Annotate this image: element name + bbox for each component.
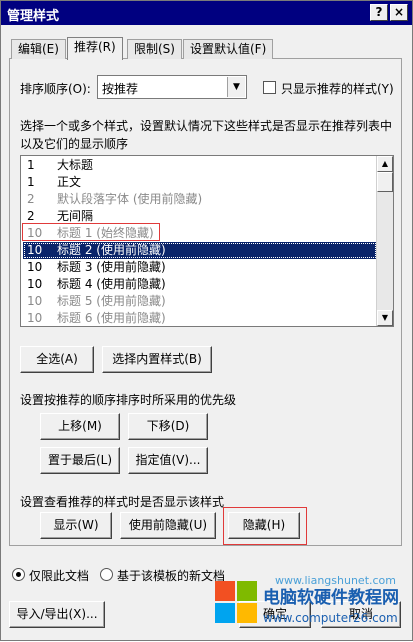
dialog-title: 管理样式 <box>7 9 60 24</box>
style-priority: 2 <box>27 192 35 206</box>
watermark-url: www.computer26.com <box>263 611 398 625</box>
tab-edit[interactable]: 编辑(E) <box>11 39 66 59</box>
scope-new-documents-label: 基于该模板的新文档 <box>117 569 226 583</box>
list-item[interactable]: 10 标题 3 (使用前隐藏) <box>23 259 377 276</box>
scope-new-documents-radio[interactable] <box>100 568 113 581</box>
scroll-down-icon[interactable]: ▼ <box>377 310 393 326</box>
scroll-thumb[interactable] <box>377 172 393 192</box>
style-name: 标题 2 (使用前隐藏) <box>57 243 166 257</box>
list-item[interactable]: 1 大标题 <box>23 157 377 174</box>
scope-this-document-label: 仅限此文档 <box>29 569 90 583</box>
instruction-line-2: 以及它们的显示顺序 <box>20 137 129 151</box>
instruction-line-1: 选择一个或多个样式，设置默认情况下这些样式是否显示在推荐列表中 <box>20 119 393 133</box>
move-last-button[interactable]: 置于最后(L) <box>40 447 120 474</box>
style-name: 标题 3 (使用前隐藏) <box>57 260 166 274</box>
title-bar[interactable]: 管理样式 ? × <box>1 1 412 25</box>
style-priority: 10 <box>27 260 43 274</box>
sort-order-dropdown[interactable]: 按推荐 ▼ <box>97 75 247 99</box>
watermark-title: 电脑软硬件教程网 <box>263 588 399 608</box>
style-name: 默认段落字体 (使用前隐藏) <box>57 192 203 206</box>
sort-order-value: 按推荐 <box>102 82 139 96</box>
scope-this-document-radio[interactable] <box>12 568 25 581</box>
tab-set-defaults[interactable]: 设置默认值(F) <box>183 39 274 59</box>
visibility-label: 设置查看推荐的样式时是否显示该样式 <box>20 495 225 509</box>
help-button[interactable]: ? <box>370 4 388 21</box>
styles-listbox[interactable]: 1 大标题 1 正文 2 默认段落字体 (使用前隐藏) 2 无间隔 10 标题 … <box>20 155 394 327</box>
import-export-button[interactable]: 导入/导出(X)... <box>9 601 105 628</box>
watermark: www.liangshunet.com 电脑软硬件教程网 www.compute… <box>215 571 413 642</box>
list-item[interactable]: 10 标题 4 (使用前隐藏) <box>23 276 377 293</box>
style-name: 标题 4 (使用前隐藏) <box>57 277 166 291</box>
close-button[interactable]: × <box>390 4 408 21</box>
only-recommended-checkbox[interactable] <box>263 81 276 94</box>
hide-until-used-button[interactable]: 使用前隐藏(U) <box>120 512 216 539</box>
style-priority: 1 <box>27 175 35 189</box>
select-builtin-button[interactable]: 选择内置样式(B) <box>102 346 212 373</box>
style-name: 正文 <box>57 175 82 189</box>
vertical-scrollbar[interactable]: ▲ ▼ <box>376 156 393 326</box>
scroll-up-icon[interactable]: ▲ <box>377 156 393 172</box>
list-item-selected[interactable]: 10 标题 2 (使用前隐藏) <box>23 242 377 259</box>
only-recommended-label: 只显示推荐的样式(Y) <box>281 82 394 96</box>
move-down-button[interactable]: 下移(D) <box>128 413 208 440</box>
tab-recommend[interactable]: 推荐(R) <box>67 37 123 60</box>
list-item[interactable]: 10 标题 5 (使用前隐藏) <box>23 293 377 310</box>
style-priority: 10 <box>27 294 43 308</box>
list-item[interactable]: 2 默认段落字体 (使用前隐藏) <box>23 191 377 208</box>
move-up-button[interactable]: 上移(M) <box>40 413 120 440</box>
style-priority: 10 <box>27 243 43 257</box>
list-item[interactable]: 1 正文 <box>23 174 377 191</box>
style-priority: 10 <box>27 311 43 325</box>
assign-value-button[interactable]: 指定值(V)... <box>128 447 208 474</box>
style-name: 大标题 <box>57 158 94 172</box>
style-priority: 10 <box>27 277 43 291</box>
style-name: 标题 6 (使用前隐藏) <box>57 311 166 325</box>
windows-logo-icon <box>215 581 259 625</box>
sort-order-label: 排序顺序(O): <box>20 82 91 96</box>
style-priority: 1 <box>27 158 35 172</box>
priority-label: 设置按推荐的顺序排序时所采用的优先级 <box>20 393 237 407</box>
list-item[interactable]: 10 标题 6 (使用前隐藏) <box>23 310 377 326</box>
style-name: 标题 5 (使用前隐藏) <box>57 294 166 308</box>
select-all-button[interactable]: 全选(A) <box>20 346 94 373</box>
highlight-box-heading1 <box>22 223 160 241</box>
manage-styles-dialog: 管理样式 ? × 编辑(E) 推荐(R) 限制(S) 设置默认值(F) 排序顺序… <box>0 0 413 641</box>
show-button[interactable]: 显示(W) <box>40 512 112 539</box>
tab-restrict[interactable]: 限制(S) <box>127 39 182 59</box>
highlight-box-hide <box>223 507 307 545</box>
chevron-down-icon[interactable]: ▼ <box>227 77 245 97</box>
